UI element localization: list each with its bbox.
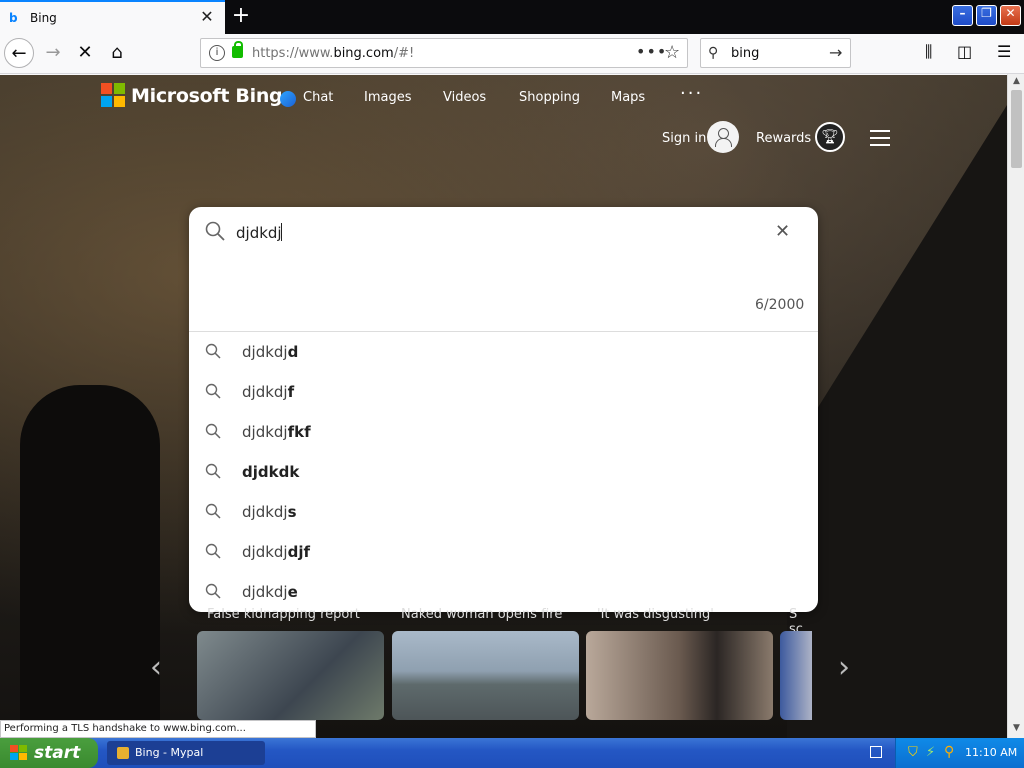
lock-icon [232, 41, 243, 58]
start-label: start [34, 743, 81, 763]
taskbar-item-browser[interactable]: Bing - Mypal [107, 741, 265, 765]
status-bar: Performing a TLS handshake to www.bing.c… [0, 720, 316, 738]
tab-strip: b Bing ✕ + – ❐ ✕ [0, 0, 1024, 34]
more-nav-icon[interactable]: ··· [680, 83, 703, 104]
suggestion-item[interactable]: djdkdjdjf [189, 532, 818, 572]
nav-shopping[interactable]: Shopping [519, 90, 580, 105]
minimize-button[interactable]: – [952, 5, 973, 26]
carousel-prev-icon[interactable]: ‹ [150, 650, 162, 685]
news-caption[interactable]: 'It was disgusting' [597, 607, 714, 622]
news-caption[interactable]: False kidnapping report [207, 607, 360, 622]
task-label: Bing - Mypal [135, 746, 204, 759]
sign-in-link[interactable]: Sign in [662, 131, 706, 146]
suggestion-item[interactable]: djdkdjf [189, 372, 818, 412]
system-tray: ⛉ ⚡ ⚲ 11:10 AM [895, 738, 1024, 768]
tab-bing[interactable]: b Bing ✕ [0, 0, 225, 34]
browser-window: b Bing ✕ + – ❐ ✕ ← → ✕ ⌂ i https://www.b… [0, 0, 1024, 738]
search-query-input[interactable]: djdkdj [236, 224, 282, 242]
stop-button[interactable]: ✕ [70, 38, 100, 68]
news-card-image[interactable] [586, 631, 773, 720]
scroll-up-icon[interactable]: ▲ [1010, 76, 1023, 89]
search-icon [205, 383, 221, 399]
nav-maps[interactable]: Maps [611, 90, 645, 105]
nav-chat[interactable]: Chat [303, 90, 333, 105]
text-caret [281, 223, 282, 241]
bing-favicon-icon: b [9, 11, 18, 25]
url-bar[interactable]: i https://www.bing.com/#! ••• ☆ [200, 38, 688, 68]
clock: 11:10 AM [965, 746, 1018, 759]
shield-icon[interactable]: ⛉ [908, 745, 918, 760]
page-actions-icon[interactable]: ••• [636, 42, 667, 61]
hamburger-menu-icon[interactable] [870, 130, 890, 146]
scroll-down-icon[interactable]: ▼ [1010, 723, 1023, 736]
close-tab-icon[interactable]: ✕ [198, 8, 216, 26]
bing-page: Microsoft Bing Chat Images Videos Shoppi… [0, 75, 1007, 738]
clear-search-icon[interactable]: ✕ [775, 221, 790, 242]
back-button[interactable]: ← [4, 38, 34, 68]
trophy-icon[interactable]: 🏆︎ [815, 122, 845, 152]
suggestion-text: djdkdjd [242, 343, 299, 361]
home-button[interactable]: ⌂ [102, 38, 132, 68]
tab-title: Bing [30, 11, 57, 25]
search-icon [205, 423, 221, 439]
menu-icon[interactable]: ☰ [997, 42, 1011, 61]
search-icon: ⚲ [708, 45, 719, 61]
search-go-icon[interactable]: → [829, 43, 842, 62]
news-card-image[interactable] [780, 631, 812, 720]
search-icon [205, 503, 221, 519]
carousel-next-icon[interactable]: › [838, 650, 850, 685]
url-text[interactable]: https://www.bing.com/#! [252, 46, 414, 61]
start-button[interactable]: start [0, 738, 98, 768]
mypal-icon [117, 747, 129, 759]
vertical-scrollbar[interactable]: ▲ ▼ [1007, 74, 1024, 738]
suggestion-text: djdkdjf [242, 383, 295, 401]
news-card-image[interactable] [197, 631, 384, 720]
suggestion-text: djdkdjs [242, 503, 297, 521]
new-tab-button[interactable]: + [229, 5, 253, 29]
suggestion-item[interactable]: djdkdjd [189, 332, 818, 372]
maximize-button[interactable]: ❐ [976, 5, 997, 26]
search-panel: djdkdj ✕ 6/2000 djdkdjd djdkdjf djdkdjfkf d… [189, 207, 818, 612]
nav-videos[interactable]: Videos [443, 90, 486, 105]
suggestion-item[interactable]: djdkdjs [189, 492, 818, 532]
nav-images[interactable]: Images [364, 90, 412, 105]
site-info-icon[interactable]: i [209, 45, 225, 61]
network-icon[interactable]: ⚡ [926, 745, 935, 760]
taskbar: start Bing - Mypal ⛉ ⚡ ⚲ 11:10 AM [0, 738, 1024, 768]
news-carousel: False kidnapping report Naked woman open… [197, 605, 812, 720]
rewards-link[interactable]: Rewards [756, 131, 811, 146]
microsoft-logo-icon[interactable] [101, 83, 125, 107]
search-tray-icon[interactable]: ⚲ [944, 744, 954, 760]
sidebar-icon[interactable]: ◫ [957, 42, 972, 61]
chat-icon[interactable] [280, 91, 296, 107]
news-caption[interactable]: Naked woman opens fire [401, 607, 562, 622]
suggestion-text: djdkdjdjf [242, 543, 310, 561]
search-icon [205, 463, 221, 479]
scroll-thumb[interactable] [1011, 90, 1022, 168]
close-window-button[interactable]: ✕ [1000, 5, 1021, 26]
background-statue [20, 385, 160, 738]
char-counter: 6/2000 [755, 297, 805, 313]
windows-flag-icon [10, 745, 27, 760]
suggestion-item[interactable]: djdkdk [189, 452, 818, 492]
suggestion-text: djdkdk [242, 463, 300, 481]
search-icon [205, 583, 221, 599]
bookmark-star-icon[interactable]: ☆ [664, 42, 680, 63]
library-icon[interactable]: ⫼ [925, 42, 932, 62]
navigation-bar: ← → ✕ ⌂ i https://www.bing.com/#! ••• ☆ … [0, 34, 1024, 74]
search-icon [205, 221, 225, 241]
suggestion-text: djdkdje [242, 583, 298, 601]
suggestion-text: djdkdjfkf [242, 423, 311, 441]
forward-button[interactable]: → [38, 38, 68, 68]
search-icon [205, 543, 221, 559]
keyboard-icon[interactable] [870, 746, 882, 758]
background-building [787, 105, 1007, 738]
news-card-image[interactable] [392, 631, 579, 720]
browser-search-input[interactable] [731, 44, 821, 62]
search-icon [205, 343, 221, 359]
bing-brand[interactable]: Microsoft Bing [131, 85, 283, 107]
avatar-icon[interactable] [707, 121, 739, 153]
suggestion-item[interactable]: djdkdjfkf [189, 412, 818, 452]
browser-search-bar[interactable]: ⚲ → [700, 38, 851, 68]
